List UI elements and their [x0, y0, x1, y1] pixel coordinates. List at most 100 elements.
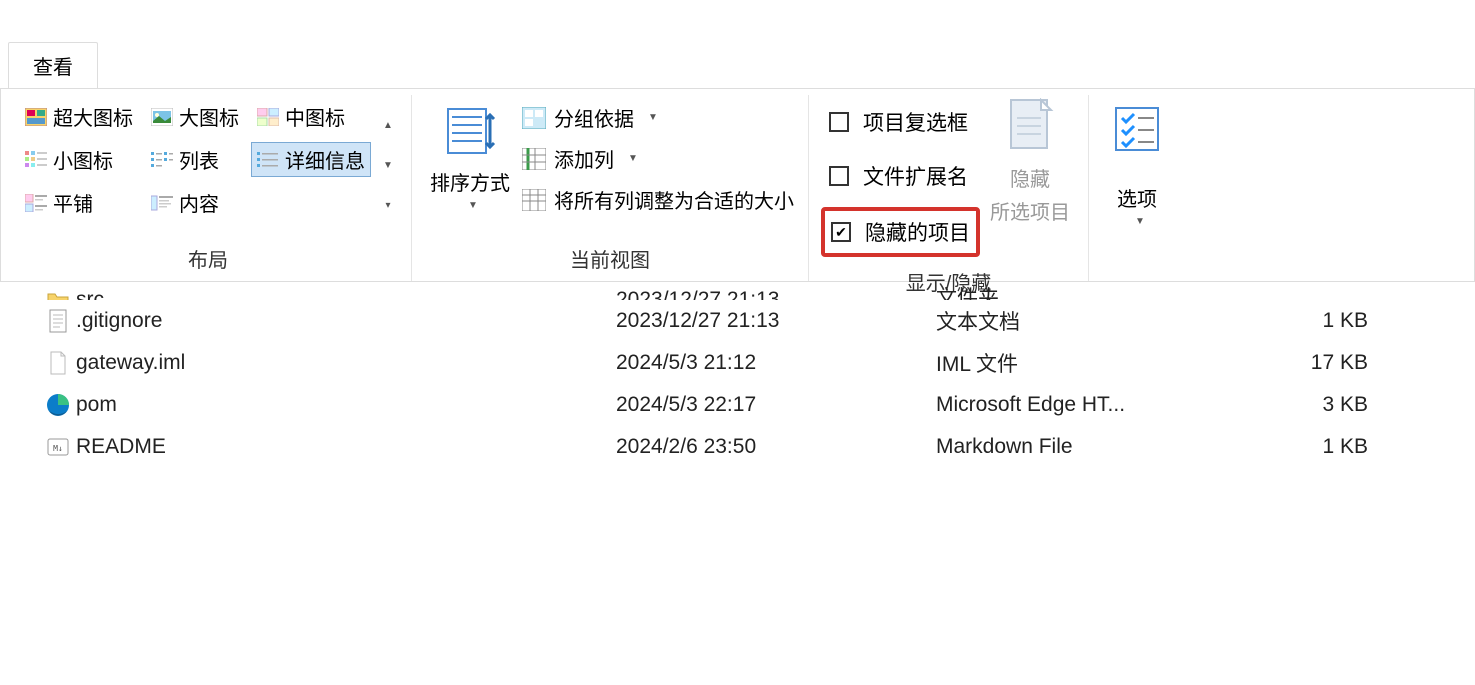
medium-icons-icon [257, 108, 279, 126]
layout-small-icons[interactable]: 小图标 [19, 142, 139, 177]
fit-columns-icon [522, 189, 546, 211]
sort-by-icon [440, 99, 500, 163]
layout-content[interactable]: 内容 [145, 185, 245, 220]
small-icons-icon [25, 151, 47, 169]
file-name: src [76, 288, 616, 300]
layout-large-icons[interactable]: 大图标 [145, 99, 245, 134]
layout-label: 中图标 [285, 102, 345, 131]
options-button[interactable]: 选项 ▼ [1099, 95, 1175, 227]
layout-label: 小图标 [53, 145, 113, 174]
hidden-items-label: 隐藏的项目 [865, 217, 970, 247]
file-row[interactable]: M↓ README 2024/2/6 23:50 Markdown File 1… [0, 426, 1475, 468]
file-name: README [76, 435, 616, 459]
file-type: Microsoft Edge HT... [936, 393, 1216, 417]
add-column-icon [522, 148, 546, 170]
checkbox-unchecked-icon [829, 166, 849, 186]
details-icon [257, 151, 279, 169]
group-label-layout: 布局 [15, 238, 401, 281]
layout-label: 超大图标 [53, 102, 133, 131]
fit-columns-label: 将所有列调整为合适的大小 [554, 185, 794, 214]
layout-spinner: ▲ ▼ ▾ [375, 95, 401, 235]
group-by-icon [522, 107, 546, 129]
folder-icon [46, 288, 70, 300]
layout-label: 详细信息 [285, 145, 365, 174]
file-type: IML 文件 [936, 348, 1216, 378]
file-size: 17 KB [1216, 351, 1376, 375]
file-type: Markdown File [936, 435, 1216, 459]
ribbon-group-show-hide: 项目复选框 文件扩展名 ✔ 隐藏的项目 隐藏 所选项目 显示/隐藏 [809, 95, 1089, 281]
markdown-file-icon: M↓ [46, 435, 70, 459]
sort-by-button[interactable]: 排序方式 ▼ [422, 95, 518, 211]
options-label: 选项 [1117, 183, 1157, 212]
file-row[interactable]: gateway.iml 2024/5/3 21:12 IML 文件 17 KB [0, 342, 1475, 384]
add-column-label: 添加列 [554, 144, 614, 173]
hide-selected-button[interactable]: 隐藏 所选项目 [982, 95, 1078, 225]
layout-tiles[interactable]: 平铺 [19, 185, 139, 220]
sort-by-label: 排序方式 [430, 167, 510, 196]
show-hide-list: 项目复选框 文件扩展名 ✔ 隐藏的项目 [819, 95, 982, 261]
file-row[interactable]: .gitignore 2023/12/27 21:13 文本文档 1 KB [0, 300, 1475, 342]
file-name: pom [76, 393, 616, 417]
extra-large-icons-icon [25, 108, 47, 126]
file-size: 1 KB [1216, 435, 1376, 459]
dropdown-arrow-icon: ▼ [1135, 216, 1145, 227]
ribbon-group-current-view: 排序方式 ▼ 分组依据 ▼ 添加列 ▼ [412, 95, 809, 281]
list-icon [151, 151, 173, 169]
file-type: 文件夹 [936, 282, 1216, 300]
hidden-items-toggle[interactable]: ✔ 隐藏的项目 [821, 207, 980, 257]
group-by-label: 分组依据 [554, 103, 634, 132]
text-file-icon [46, 309, 70, 333]
dropdown-arrow-icon: ▼ [468, 200, 478, 211]
item-checkboxes-label: 项目复选框 [863, 107, 968, 137]
group-by-button-menu[interactable]: 分组依据 ▼ [522, 103, 794, 132]
item-checkboxes-toggle[interactable]: 项目复选框 [823, 103, 978, 141]
file-row[interactable]: pom 2024/5/3 22:17 Microsoft Edge HT... … [0, 384, 1475, 426]
file-date: 2024/5/3 22:17 [616, 393, 936, 417]
group-label-current-view: 当前视图 [422, 238, 798, 281]
file-name: gateway.iml [76, 351, 616, 375]
hide-selected-icon [1000, 95, 1060, 159]
file-extensions-label: 文件扩展名 [863, 161, 968, 191]
fit-columns-button-menu[interactable]: 将所有列调整为合适的大小 [522, 185, 794, 214]
ribbon: 超大图标 大图标 中图标 [0, 88, 1475, 282]
ribbon-tab-bar: 查看 [0, 0, 1475, 88]
file-date: 2024/5/3 21:12 [616, 351, 936, 375]
layout-list[interactable]: 列表 [145, 142, 245, 177]
layout-extra-large-icons[interactable]: 超大图标 [19, 99, 139, 134]
large-icons-icon [151, 108, 173, 126]
file-list: src 2023/12/27 21:13 文件夹 .gitignore 2023… [0, 282, 1475, 468]
layout-label: 平铺 [53, 188, 93, 217]
tiles-icon [25, 194, 47, 212]
file-row[interactable]: src 2023/12/27 21:13 文件夹 [0, 282, 1475, 300]
file-date: 2023/12/27 21:13 [616, 288, 936, 300]
layout-details[interactable]: 详细信息 [251, 142, 371, 177]
layout-label: 列表 [179, 145, 219, 174]
tab-view[interactable]: 查看 [8, 42, 98, 88]
add-column-button-menu[interactable]: 添加列 ▼ [522, 144, 794, 173]
ribbon-group-layout: 超大图标 大图标 中图标 [11, 95, 412, 281]
file-type: 文本文档 [936, 306, 1216, 336]
svg-text:M↓: M↓ [53, 444, 63, 453]
layout-options-grid: 超大图标 大图标 中图标 [15, 95, 375, 224]
hide-selected-label-1: 隐藏 [1010, 163, 1050, 192]
layout-spin-up[interactable]: ▲ [379, 118, 397, 132]
edge-browser-icon [46, 393, 70, 417]
dropdown-arrow-icon: ▼ [628, 153, 638, 164]
file-name: .gitignore [76, 309, 616, 333]
file-date: 2023/12/27 21:13 [616, 309, 936, 333]
current-view-menu: 分组依据 ▼ 添加列 ▼ 将所有列调整为合适的大小 [518, 95, 798, 222]
ribbon-group-options: 选项 ▼ [1089, 95, 1185, 281]
file-size: 3 KB [1216, 393, 1376, 417]
layout-label: 内容 [179, 188, 219, 217]
layout-spin-expand[interactable]: ▾ [379, 198, 397, 212]
dropdown-arrow-icon: ▼ [648, 112, 658, 123]
file-extensions-toggle[interactable]: 文件扩展名 [823, 157, 978, 195]
content-icon [151, 194, 173, 212]
layout-spin-down[interactable]: ▼ [379, 158, 397, 172]
generic-file-icon [46, 351, 70, 375]
file-size: 1 KB [1216, 309, 1376, 333]
hide-selected-label-2: 所选项目 [990, 196, 1070, 225]
checkbox-unchecked-icon [829, 112, 849, 132]
layout-medium-icons[interactable]: 中图标 [251, 99, 371, 134]
checkbox-checked-icon: ✔ [831, 222, 851, 242]
